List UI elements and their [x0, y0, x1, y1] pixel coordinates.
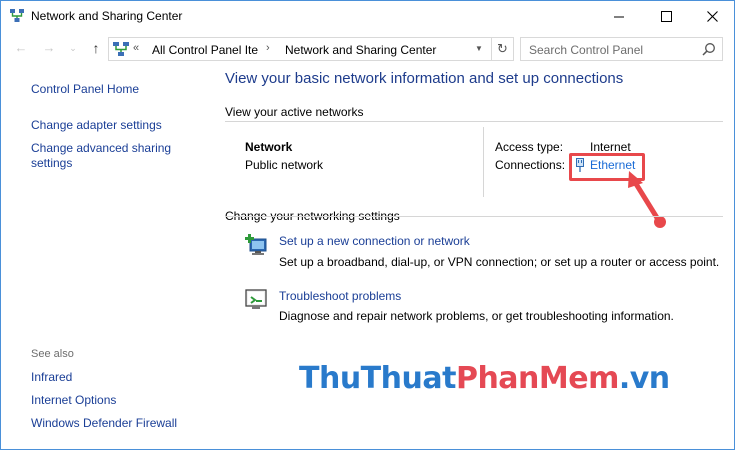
- control-panel-home-link[interactable]: Control Panel Home: [31, 82, 139, 97]
- network-icon: [10, 9, 24, 22]
- search-input[interactable]: Search Control Panel: [520, 37, 723, 61]
- page-title: View your basic network information and …: [225, 70, 624, 87]
- up-button[interactable]: ↑: [88, 40, 104, 56]
- navigation-bar: ← → ⌄ ↑ « All Control Panel Ite › Networ…: [1, 34, 734, 62]
- breadcrumb-network-sharing[interactable]: Network and Sharing Center: [285, 43, 436, 57]
- network-category: Public network: [245, 158, 324, 172]
- network-icon: [113, 42, 129, 56]
- window-title: Network and Sharing Center: [31, 9, 183, 23]
- watermark: ThuThuatPhanMem.vn: [299, 361, 670, 396]
- divider: [225, 216, 723, 217]
- forward-button[interactable]: →: [41, 40, 57, 56]
- close-button[interactable]: [689, 1, 735, 31]
- recent-locations-button[interactable]: ⌄: [65, 40, 81, 56]
- title-bar: Network and Sharing Center: [1, 1, 734, 31]
- refresh-icon: ↻: [497, 41, 508, 56]
- internet-options-link[interactable]: Internet Options: [31, 393, 116, 408]
- minimize-button[interactable]: [596, 1, 642, 31]
- windows-defender-firewall-link[interactable]: Windows Defender Firewall: [31, 416, 177, 431]
- network-name: Network: [245, 140, 293, 154]
- setup-connection-description: Set up a broadband, dial-up, or VPN conn…: [279, 255, 720, 269]
- maximize-button[interactable]: [643, 1, 689, 31]
- see-also-heading: See also: [31, 348, 74, 360]
- infrared-link[interactable]: Infrared: [31, 370, 72, 385]
- new-connection-icon: [245, 234, 267, 255]
- back-button[interactable]: ←: [13, 40, 29, 56]
- access-type-label: Access type:: [495, 140, 564, 154]
- troubleshoot-link[interactable]: Troubleshoot problems: [279, 289, 401, 303]
- breadcrumb-separator[interactable]: ›: [266, 42, 270, 54]
- divider: [225, 121, 723, 122]
- breadcrumb-control-panel[interactable]: All Control Panel Ite: [152, 43, 258, 57]
- search-icon[interactable]: [702, 42, 716, 56]
- connections-label: Connections:: [495, 158, 566, 172]
- divider: [483, 127, 484, 197]
- network-sharing-center-window: Network and Sharing Center ← → ⌄ ↑ « All…: [0, 0, 735, 450]
- change-adapter-settings-link[interactable]: Change adapter settings: [31, 118, 162, 133]
- change-advanced-sharing-link[interactable]: Change advanced sharing settings: [31, 141, 191, 171]
- active-networks-heading: View your active networks: [225, 105, 364, 119]
- watermark-part-3: .vn: [618, 361, 670, 396]
- search-placeholder: Search Control Panel: [529, 43, 644, 57]
- maximize-icon: [660, 10, 672, 22]
- watermark-part-2: PhanMem: [455, 361, 619, 396]
- setup-connection-link[interactable]: Set up a new connection or network: [279, 234, 470, 248]
- breadcrumb-overflow[interactable]: «: [133, 42, 139, 54]
- refresh-button[interactable]: ↻: [492, 37, 514, 61]
- troubleshoot-description: Diagnose and repair network problems, or…: [279, 309, 674, 323]
- annotation-arrow-icon: [628, 171, 666, 228]
- minimize-icon: [613, 16, 624, 17]
- troubleshoot-icon: [245, 289, 267, 309]
- address-dropdown-button[interactable]: ▼: [475, 44, 483, 53]
- close-icon: [706, 10, 718, 22]
- access-type-value: Internet: [590, 140, 631, 154]
- watermark-part-1: ThuThuat: [299, 361, 456, 396]
- address-bar[interactable]: « All Control Panel Ite › Network and Sh…: [108, 37, 492, 61]
